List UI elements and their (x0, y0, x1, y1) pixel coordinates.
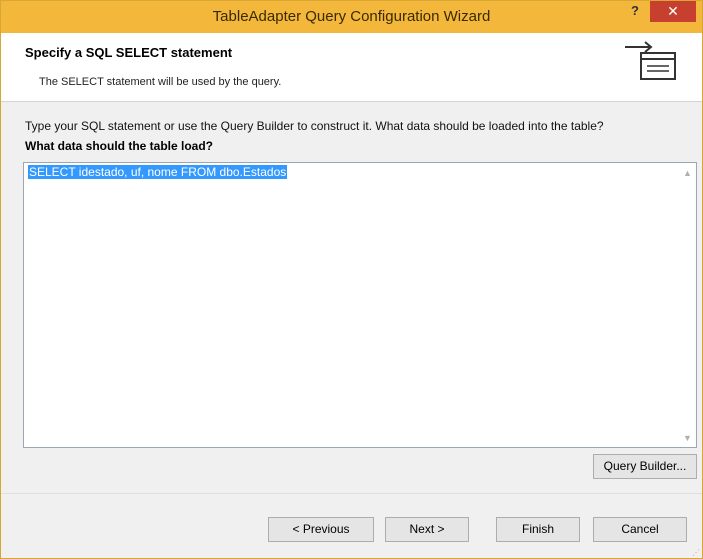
close-button[interactable]: ✕ (650, 1, 696, 22)
scroll-up-icon[interactable]: ▲ (679, 165, 696, 182)
window-title: TableAdapter Query Configuration Wizard (212, 8, 491, 25)
query-builder-button[interactable]: Query Builder... (593, 454, 697, 479)
instruction-text: Type your SQL statement or use the Query… (25, 119, 604, 133)
wizard-window: TableAdapter Query Configuration Wizard … (0, 0, 703, 559)
previous-button[interactable]: < Previous (268, 517, 374, 542)
cancel-button[interactable]: Cancel (593, 517, 687, 542)
wizard-step-icon (625, 41, 676, 80)
scroll-down-icon[interactable]: ▼ (679, 430, 696, 447)
sql-selection: SELECT idestado, uf, nome FROM dbo.Estad… (28, 165, 288, 179)
sql-statement-textarea[interactable]: SELECT idestado, uf, nome FROM dbo.Estad… (23, 162, 697, 448)
vertical-scrollbar[interactable]: ▲ ▼ (679, 163, 696, 447)
step-title: Specify a SQL SELECT statement (25, 45, 233, 60)
wizard-header: Specify a SQL SELECT statement The SELEC… (1, 33, 702, 102)
wizard-footer: < Previous Next > Finish Cancel ⋰ (1, 493, 702, 558)
next-button[interactable]: Next > (385, 517, 469, 542)
finish-button[interactable]: Finish (496, 517, 580, 542)
help-button[interactable]: ? (622, 1, 648, 22)
resize-grip-icon[interactable]: ⋰ (692, 548, 700, 557)
question-label: What data should the table load? (25, 139, 214, 153)
title-bar[interactable]: TableAdapter Query Configuration Wizard … (1, 1, 702, 33)
sql-text[interactable]: SELECT idestado, uf, nome FROM dbo.Estad… (28, 165, 288, 179)
wizard-body: Type your SQL statement or use the Query… (1, 103, 702, 493)
step-subtitle: The SELECT statement will be used by the… (39, 76, 282, 88)
